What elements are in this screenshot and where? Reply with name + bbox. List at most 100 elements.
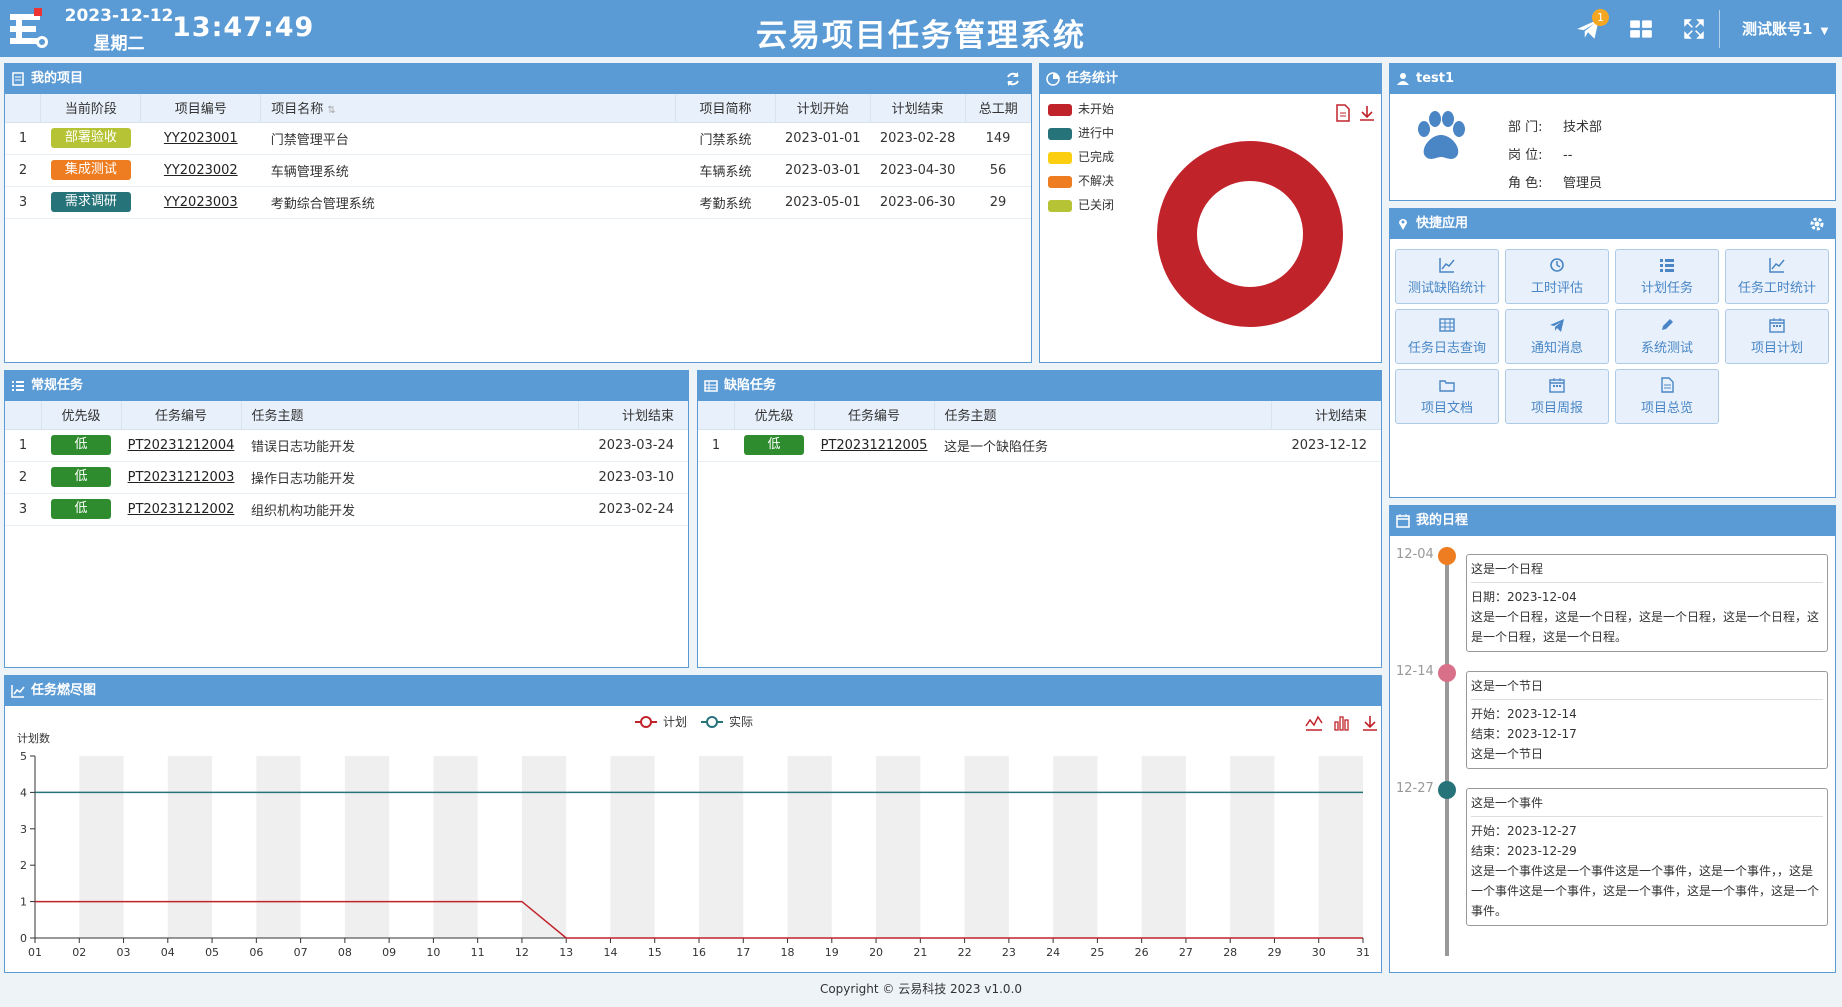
y-tick-label: 1 bbox=[20, 896, 27, 909]
burndown-chart: 012345计划数01 02 03 04 05 06 07 08 09 10 11 12 13 14 15 1… bbox=[17, 714, 1370, 959]
task-stats-panel: 任务统计 未开始 进行中 已完成 不解决 已关闭 bbox=[1039, 63, 1382, 363]
schedule-card-line: 这是一个事件这是一个事件这是一个事件，这是一个事件，，这是一个事件这是一个事件，… bbox=[1471, 864, 1820, 918]
projects-table: 当前阶段 项目编号 项目名称 ⇅ 项目简称 计划开始 计划结束 总工期 1 部署验… bbox=[5, 94, 1031, 219]
quick-app-button[interactable]: 项目总览 bbox=[1615, 369, 1719, 424]
schedule-card[interactable]: 这是一个日程 日期：2023-12-04 这是一个日程，这是一个日程，这是一个日程，… bbox=[1466, 554, 1828, 652]
gear-icon[interactable] bbox=[1809, 216, 1825, 232]
x-tick-label: 05 bbox=[205, 946, 219, 959]
chart-legend-item[interactable]: 计划 bbox=[635, 715, 687, 729]
x-tick-label: 28 bbox=[1223, 946, 1237, 959]
col-priority[interactable]: 优先级 bbox=[41, 401, 122, 430]
x-tick-label: 27 bbox=[1179, 946, 1193, 959]
legend-item[interactable]: 未开始 bbox=[1048, 101, 1114, 117]
routine-tasks-panel: 常规任务 优先级 任务编号 任务主题 计划结束 1 低 PT20231212004 错… bbox=[4, 370, 689, 668]
fullscreen-icon[interactable] bbox=[1681, 16, 1707, 42]
task-row[interactable]: 2 低 PT20231212003 操作日志功能开发 2023-03-10 bbox=[5, 461, 688, 494]
list-icon bbox=[12, 381, 24, 391]
grid-band bbox=[964, 756, 1009, 938]
col-priority[interactable]: 优先级 bbox=[734, 401, 815, 430]
my-projects-panel: 我的项目 当前阶段 项目编号 项目名称 ⇅ 项目简称 计划开始 计划结束 总工期… bbox=[4, 63, 1032, 363]
col-start[interactable]: 计划开始 bbox=[775, 94, 871, 123]
task-row[interactable]: 1 低 PT20231212004 错误日志功能开发 2023-03-24 bbox=[5, 429, 688, 462]
quick-app-button[interactable]: 计划任务 bbox=[1615, 249, 1719, 304]
legend-item[interactable]: 已完成 bbox=[1048, 149, 1114, 165]
quick-app-label: 项目计划 bbox=[1750, 341, 1803, 356]
task-code-link[interactable]: PT20231212004 bbox=[128, 438, 235, 453]
quick-app-button[interactable]: 通知消息 bbox=[1505, 309, 1609, 364]
profile-header: test1 bbox=[1390, 64, 1835, 94]
task-subject: 操作日志功能开发 bbox=[241, 461, 578, 494]
col-stage[interactable]: 当前阶段 bbox=[40, 94, 142, 123]
quick-app-button[interactable]: 工时评估 bbox=[1505, 249, 1609, 304]
quick-app-button[interactable]: 项目计划 bbox=[1725, 309, 1829, 364]
col-index bbox=[5, 94, 42, 123]
schedule-panel: 我的日程 12-04 这是一个日程 日期：2023-12-04 这是一个日程，这是一个… bbox=[1389, 505, 1836, 973]
legend-swatch bbox=[1048, 175, 1072, 188]
col-short[interactable]: 项目简称 bbox=[675, 94, 776, 123]
col-subject[interactable]: 任务主题 bbox=[241, 401, 579, 430]
x-tick-label: 18 bbox=[781, 946, 795, 959]
legend-swatch bbox=[1048, 151, 1072, 164]
task-row[interactable]: 1 低 PT20231212005 这是一个缺陷任务 2023-12-12 bbox=[698, 429, 1381, 462]
project-days: 56 bbox=[965, 154, 1031, 187]
col-plan-end[interactable]: 计划结束 bbox=[578, 401, 688, 430]
quick-app-button[interactable]: 任务日志查询 bbox=[1395, 309, 1499, 364]
col-code[interactable]: 项目编号 bbox=[140, 94, 262, 123]
legend-label: 计划 bbox=[663, 715, 687, 729]
export-file-icon[interactable] bbox=[1335, 104, 1351, 122]
quick-app-label: 工时评估 bbox=[1530, 281, 1583, 296]
project-code-link[interactable]: YY2023003 bbox=[164, 195, 238, 210]
task-code-link[interactable]: PT20231212005 bbox=[821, 438, 928, 453]
project-code-link[interactable]: YY2023001 bbox=[164, 131, 238, 146]
line-chart-icon bbox=[1769, 258, 1785, 273]
task-code-link[interactable]: PT20231212003 bbox=[128, 470, 235, 485]
quick-apps-title: 快捷应用 bbox=[1416, 216, 1469, 231]
priority-badge: 低 bbox=[51, 435, 111, 455]
profile-dept: 部 门: 技术部 bbox=[1508, 120, 1603, 135]
caret-down-icon: ▼ bbox=[1820, 26, 1829, 37]
legend-item[interactable]: 进行中 bbox=[1048, 125, 1114, 141]
grid-band bbox=[79, 756, 124, 938]
legend-item[interactable]: 已关闭 bbox=[1048, 197, 1114, 213]
col-subject[interactable]: 任务主题 bbox=[934, 401, 1272, 430]
quick-app-button[interactable]: 测试缺陷统计 bbox=[1395, 249, 1499, 304]
x-tick-label: 16 bbox=[692, 946, 706, 959]
task-code-link[interactable]: PT20231212002 bbox=[128, 502, 235, 517]
grid-icon[interactable] bbox=[1628, 16, 1654, 42]
quick-app-label: 任务日志查询 bbox=[1407, 341, 1486, 356]
download-icon[interactable] bbox=[1359, 104, 1375, 122]
quick-app-button[interactable]: 项目周报 bbox=[1505, 369, 1609, 424]
quick-app-button[interactable]: 任务工时统计 bbox=[1725, 249, 1829, 304]
legend-label: 实际 bbox=[729, 714, 753, 729]
quick-app-button[interactable]: 系统测试 bbox=[1615, 309, 1719, 364]
project-start: 2023-05-01 bbox=[775, 186, 871, 219]
project-row[interactable]: 3 需求调研 YY2023003 考勤综合管理系统 考勤系统 2023-05-01 2023… bbox=[5, 186, 1031, 219]
legend-item[interactable]: 不解决 bbox=[1048, 173, 1114, 189]
project-row[interactable]: 1 部署验收 YY2023001 门禁管理平台 门禁系统 2023-01-01 2023-0… bbox=[5, 122, 1031, 155]
x-tick-label: 12 bbox=[515, 946, 529, 959]
project-code-link[interactable]: YY2023002 bbox=[164, 163, 238, 178]
sort-icon: ⇅ bbox=[327, 105, 336, 117]
col-name[interactable]: 项目名称 ⇅ bbox=[260, 94, 677, 123]
schedule-card[interactable]: 这是一个事件 开始：2023-12-27 结束：2023-12-29 这是一个事件这是… bbox=[1466, 788, 1828, 926]
refresh-icon[interactable] bbox=[1005, 71, 1021, 87]
x-tick-label: 04 bbox=[161, 946, 175, 959]
col-task-code[interactable]: 任务编号 bbox=[814, 401, 935, 430]
col-plan-end[interactable]: 计划结束 bbox=[1271, 401, 1381, 430]
donut-chart bbox=[1157, 141, 1343, 327]
quick-app-button[interactable]: 项目文档 bbox=[1395, 369, 1499, 424]
grid-band bbox=[1318, 756, 1363, 938]
project-row[interactable]: 2 集成测试 YY2023002 车辆管理系统 车辆系统 2023-03-01 2023-0… bbox=[5, 154, 1031, 187]
chart-legend-item[interactable]: 实际 bbox=[701, 714, 753, 729]
calendar-icon bbox=[1549, 378, 1565, 393]
schedule-card[interactable]: 这是一个节日 开始：2023-12-14 结束：2023-12-17 这是一个节日 bbox=[1466, 671, 1828, 769]
schedule-card-line: 开始：2023-12-27 bbox=[1471, 824, 1577, 838]
col-task-code[interactable]: 任务编号 bbox=[121, 401, 242, 430]
col-days[interactable]: 总工期 bbox=[965, 94, 1031, 123]
row-index: 3 bbox=[5, 493, 41, 526]
grid-band bbox=[433, 756, 478, 938]
project-name: 考勤综合管理系统 bbox=[260, 186, 676, 219]
task-row[interactable]: 3 低 PT20231212002 组织机构功能开发 2023-02-24 bbox=[5, 493, 688, 526]
user-menu[interactable]: 测试账号1 ▼ bbox=[1742, 18, 1828, 39]
col-end[interactable]: 计划结束 bbox=[870, 94, 966, 123]
